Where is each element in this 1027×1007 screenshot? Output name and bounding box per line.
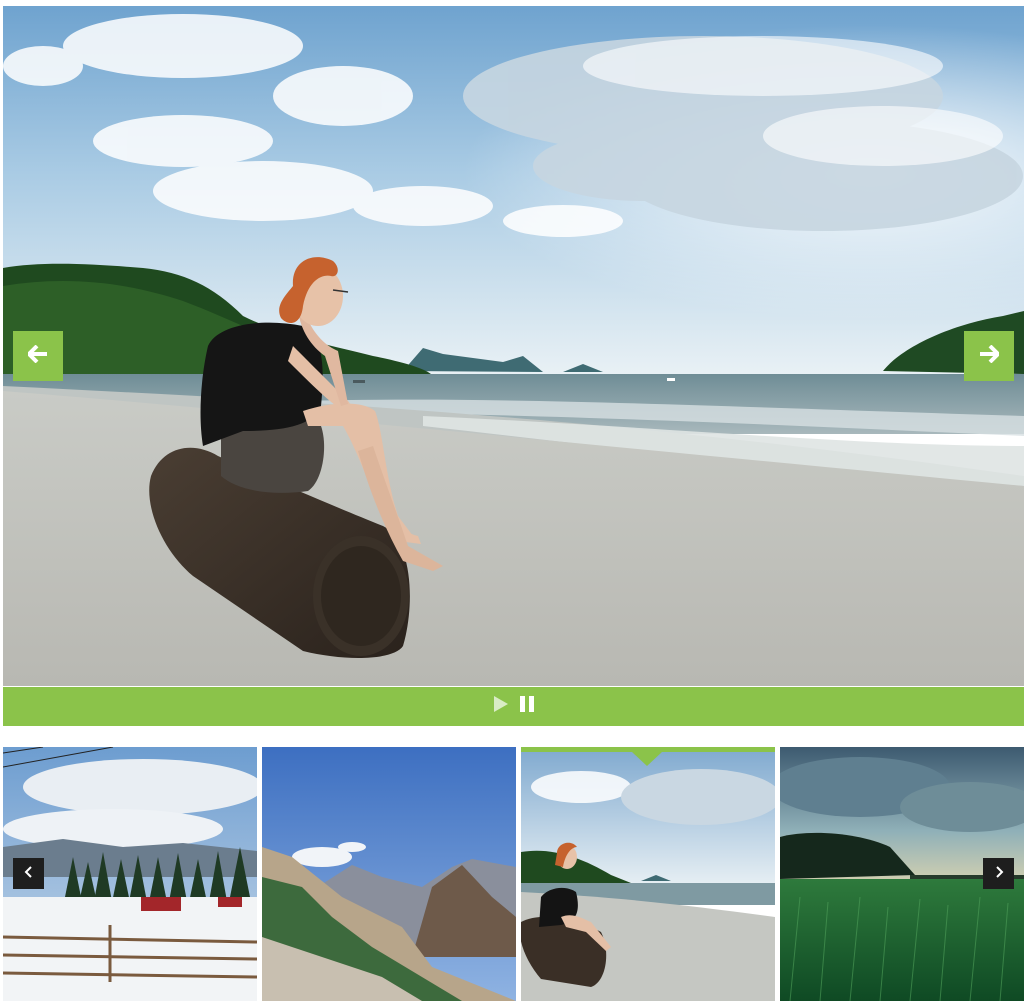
slideshow-controls <box>3 687 1024 726</box>
thumbnail-3-active[interactable] <box>521 747 775 1001</box>
play-button[interactable] <box>493 695 509 718</box>
chevron-left-icon <box>24 865 34 883</box>
thumbnail-2[interactable] <box>262 747 516 1001</box>
pause-icon <box>519 695 535 718</box>
arrow-right-icon <box>979 344 1001 368</box>
prev-slide-button[interactable] <box>13 331 63 381</box>
chevron-right-icon <box>994 865 1004 883</box>
main-slide-image <box>3 6 1024 686</box>
thumbnails-next-button[interactable] <box>983 858 1014 889</box>
pause-button[interactable] <box>519 695 535 718</box>
image-gallery <box>0 0 1027 1007</box>
thumbnails-prev-button[interactable] <box>13 858 44 889</box>
arrow-left-icon <box>26 344 48 368</box>
play-icon <box>493 695 509 718</box>
active-thumbnail-pointer <box>632 752 662 766</box>
next-slide-button[interactable] <box>964 331 1014 381</box>
